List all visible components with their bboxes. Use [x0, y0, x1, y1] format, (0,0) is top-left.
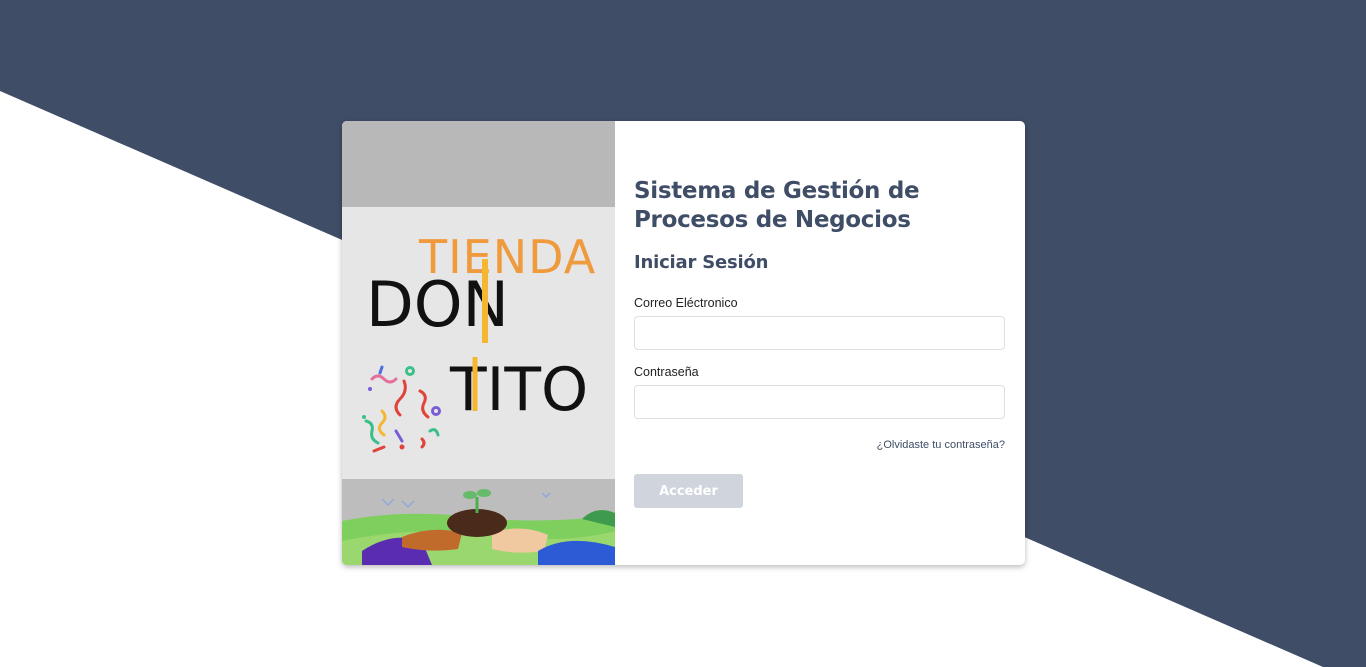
- login-card: TIENDA DON TITO Sistema de Gestión de Pr…: [342, 121, 1025, 565]
- email-field[interactable]: [634, 316, 1005, 350]
- logo-top-band: [342, 121, 615, 207]
- system-title: Sistema de Gestión de Procesos de Negoci…: [634, 178, 920, 233]
- forgot-password-link[interactable]: ¿Olvidaste tu contraseña?: [877, 439, 1005, 451]
- password-field[interactable]: [634, 385, 1005, 419]
- email-label: Correo Eléctronico: [634, 296, 738, 310]
- login-form-panel: Sistema de Gestión de Procesos de Negoci…: [615, 121, 1025, 565]
- login-heading: Iniciar Sesión: [634, 252, 769, 273]
- password-label: Contraseña: [634, 365, 699, 379]
- brand-panel: TIENDA DON TITO: [342, 121, 615, 565]
- logo-word-tito: TITO: [449, 355, 588, 425]
- tienda-don-tito-logo: TIENDA DON TITO: [342, 121, 615, 565]
- hands-plant-illustration: [342, 479, 615, 565]
- login-button[interactable]: Acceder: [634, 474, 743, 508]
